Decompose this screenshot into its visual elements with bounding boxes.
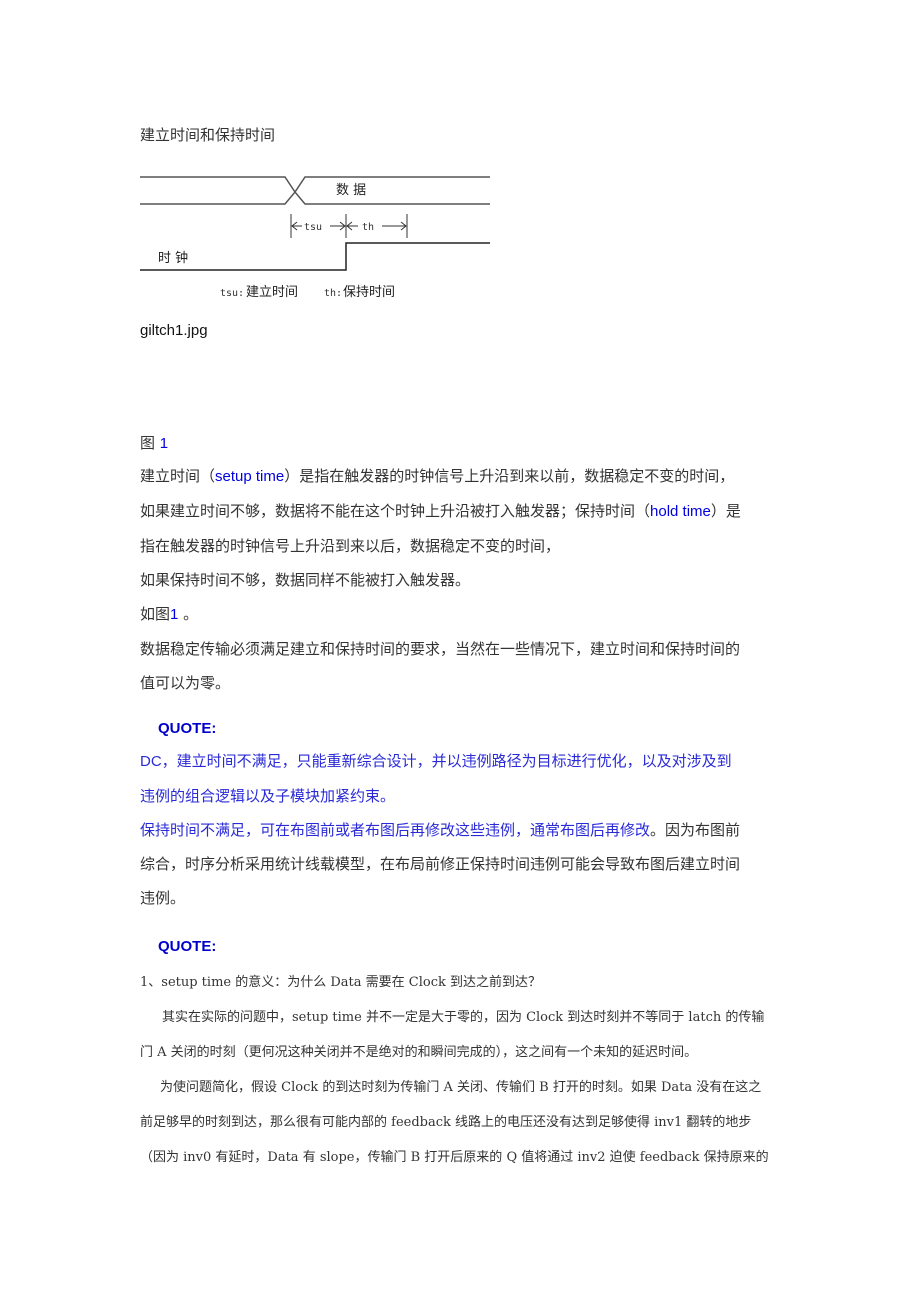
quote-line: 其实在实际的问题中，setup time 并不一定是大于零的，因为 Clock … [162, 1010, 765, 1025]
setup-time-term: setup time [215, 468, 285, 485]
legend-tsu-text: 建立时间 [246, 285, 298, 300]
image-caption: giltch1.jpg [140, 322, 208, 339]
document-title: 建立时间和保持时间 [140, 126, 276, 144]
legend-tsu-key: tsu: [220, 288, 244, 299]
figure-label: 图 1 [140, 432, 168, 453]
quote-heading: 1、setup time 的意义：为什么 Data 需要在 Clock 到达之前… [140, 975, 541, 990]
timing-diagram: 数 据 tsu th 时 钟 tsu: 建立时间 th: 保持时间 [140, 176, 490, 300]
clock-label: 时 钟 [158, 250, 188, 266]
quote-line: 门 A 关闭的时刻（更何况这种关闭并不是绝对的和瞬间完成的），这之间有一个未知的… [140, 1045, 698, 1060]
data-label: 数 据 [336, 183, 366, 198]
quote-line: DC，建立时间不满足，只能重新综合设计，并以违例路径为目标进行优化，以及对涉及到 [140, 753, 732, 770]
tsu-label: tsu [304, 222, 322, 233]
data-signal-top-line [140, 176, 490, 194]
quote-line: 保持时间不满足，可在布图前或者布图后再修改这些违例，通常布图后再修改。因为布图前 [140, 821, 741, 839]
quote-line: 综合，时序分析采用统计线载模型，在布局前修正保持时间违例可能会导致布图后建立时间 [140, 855, 741, 873]
para-line: 值可以为零。 [140, 674, 231, 692]
para-line: 建立时间（setup time）是指在触发器的时钟信号上升沿到来以前，数据稳定不… [140, 467, 735, 485]
quote-line: 为使问题简化，假设 Clock 的到达时刻为传输门 A 关闭、传输们 B 打开的… [160, 1080, 762, 1095]
quote-block-1: DC，建立时间不满足，只能重新综合设计，并以违例路径为目标进行优化，以及对涉及到… [140, 744, 790, 915]
legend-th-key: th: [324, 288, 342, 299]
quote-line: 违例的组合逻辑以及子模块加紧约束。 [140, 787, 396, 805]
quote-line: 违例。 [140, 889, 186, 907]
para-line: 如图1 。 [140, 605, 199, 623]
quote-block-2: 1、setup time 的意义：为什么 Data 需要在 Clock 到达之前… [140, 965, 790, 1175]
para-line: 指在触发器的时钟信号上升沿到来以后，数据稳定不变的时间， [140, 537, 561, 555]
hold-time-term: hold time [650, 503, 711, 520]
clock-signal-line [140, 242, 490, 271]
th-label: th [362, 222, 374, 233]
quote-label-1: QUOTE: [158, 720, 217, 737]
legend-th-text: 保持时间 [343, 285, 395, 300]
para-line: 如果保持时间不够，数据同样不能被打入触发器。 [140, 571, 471, 589]
quote-label-2: QUOTE: [158, 938, 217, 955]
data-signal-bottom-line [140, 190, 490, 205]
quote-line: 前足够早的时刻到达，那么很有可能内部的 feedback 线路上的电压还没有达到… [140, 1115, 752, 1130]
figure-prefix: 图 [140, 434, 156, 452]
para-line: 如果建立时间不够，数据将不能在这个时钟上升沿被打入触发器；保持时间（hold t… [140, 502, 741, 520]
definition-paragraph: 建立时间（setup time）是指在触发器的时钟信号上升沿到来以前，数据稳定不… [140, 459, 790, 700]
quote-line: （因为 inv0 有延时，Data 有 slope，传输门 B 打开后原来的 Q… [140, 1150, 769, 1165]
figure-number-link[interactable]: 1 [160, 435, 168, 452]
para-line: 数据稳定传输必须满足建立和保持时间的要求，当然在一些情况下，建立时间和保持时间的 [140, 640, 741, 658]
